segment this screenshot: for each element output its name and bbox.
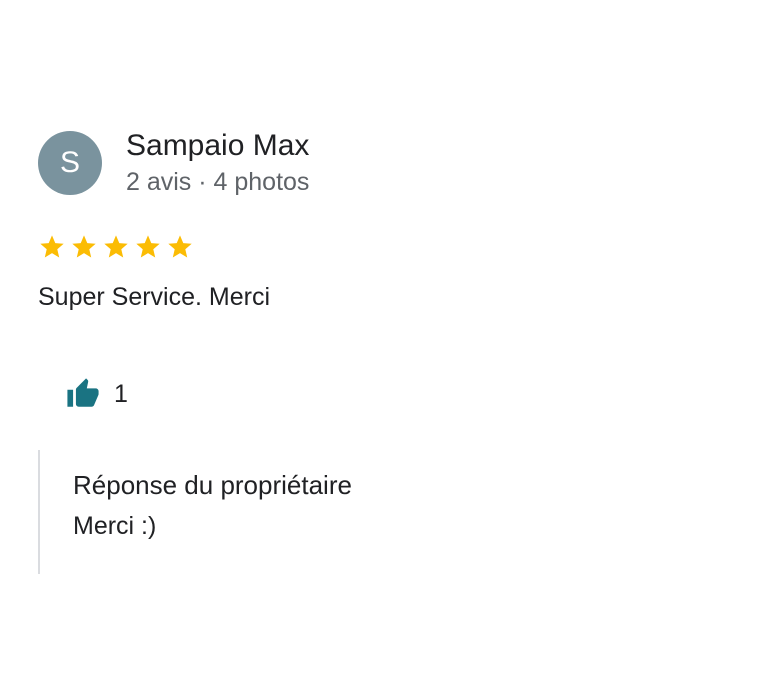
like-button[interactable]: 1 [60, 372, 134, 416]
thumbs-up-icon [67, 378, 99, 407]
author-meta: 2 avis · 4 photos [126, 168, 310, 196]
star-icon [40, 235, 64, 258]
star-icon [168, 235, 192, 258]
owner-reply-text: Merci :) [73, 512, 157, 540]
avatar[interactable]: S [38, 131, 102, 195]
owner-reply-title: Réponse du propriétaire [73, 470, 352, 500]
author-name[interactable]: Sampaio Max [126, 128, 309, 164]
star-icon [136, 235, 160, 258]
review-card: S Sampaio Max 2 avis · 4 photos Super Se… [0, 0, 780, 680]
star-icon [72, 235, 96, 258]
avatar-initial: S [59, 146, 80, 179]
star-rating [38, 233, 194, 263]
owner-reply: Réponse du propriétaire Merci :) [38, 450, 640, 574]
review-text: Super Service. Merci [38, 283, 271, 311]
like-count: 1 [114, 380, 128, 408]
star-icon [104, 235, 128, 258]
